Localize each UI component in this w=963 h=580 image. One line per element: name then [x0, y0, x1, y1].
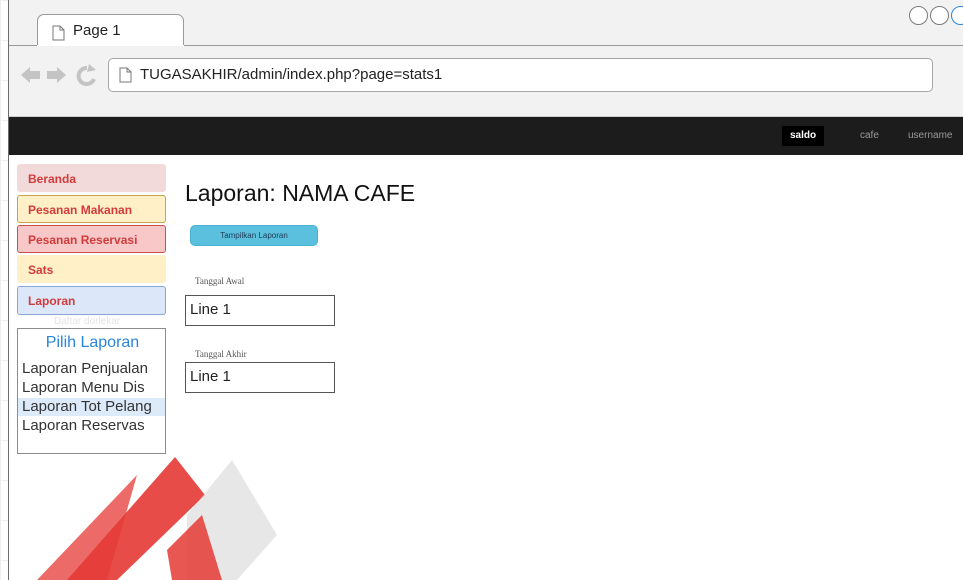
browser-chrome: Page 1 TUGASAKHIR/admin/index.php?page=s… [9, 0, 963, 117]
page-icon [119, 67, 132, 88]
url-text: TUGASAKHIR/admin/index.php?page=stats1 [140, 66, 443, 83]
list-option-reservasi[interactable]: Laporan Reservas [22, 417, 145, 435]
reload-icon[interactable] [76, 64, 96, 86]
window-controls [909, 6, 963, 25]
list-option-pelanggan-selected[interactable]: Laporan Tot Pelang [18, 398, 165, 416]
start-date-input[interactable]: Line 1 [185, 295, 335, 326]
report-listbox[interactable]: Pilih Laporan Laporan Penjualan Laporan … [17, 328, 166, 454]
menu-sats[interactable]: Sats [17, 255, 166, 283]
tab-title: Page 1 [73, 22, 121, 39]
watermark-logo [37, 455, 337, 580]
minimize-icon[interactable] [909, 6, 928, 25]
browser-tab[interactable]: Page 1 [37, 14, 184, 46]
end-date-label: Tanggal Akhir [195, 349, 247, 359]
end-date-input[interactable]: Line 1 [185, 362, 335, 393]
top-navbar: saldo cafe username [9, 117, 963, 155]
tab-strip-gap [37, 45, 184, 46]
menu-beranda[interactable]: Beranda [17, 164, 166, 192]
close-icon[interactable] [951, 6, 963, 25]
list-option-penjualan[interactable]: Laporan Penjualan [22, 360, 148, 378]
nav-saldo[interactable]: saldo [782, 126, 825, 146]
navigation-controls [21, 64, 105, 91]
menu-laporan[interactable]: Laporan [17, 286, 166, 315]
nav-cafe[interactable]: cafe [860, 130, 879, 141]
nav-username[interactable]: username [908, 130, 952, 141]
back-arrow-icon[interactable] [21, 67, 40, 83]
listbox-title: Pilih Laporan [45, 334, 140, 351]
start-date-label: Tanggal Awal [195, 276, 245, 286]
address-bar[interactable]: TUGASAKHIR/admin/index.php?page=stats1 [108, 58, 933, 92]
page-title: Laporan: NAMA CAFE [185, 180, 416, 206]
faded-caption: Daftar dorlekar [54, 316, 121, 327]
show-report-button[interactable]: Tampilkan Laporan [190, 225, 318, 246]
forward-arrow-icon[interactable] [47, 67, 66, 83]
menu-pesanan-makanan[interactable]: Pesanan Makanan [17, 195, 166, 223]
list-option-menu[interactable]: Laporan Menu Dis [22, 379, 145, 397]
maximize-icon[interactable] [930, 6, 949, 25]
menu-pesanan-reservasi[interactable]: Pesanan Reservasi [17, 225, 166, 253]
page-icon [52, 25, 65, 46]
browser-window: Page 1 TUGASAKHIR/admin/index.php?page=s… [8, 0, 963, 580]
